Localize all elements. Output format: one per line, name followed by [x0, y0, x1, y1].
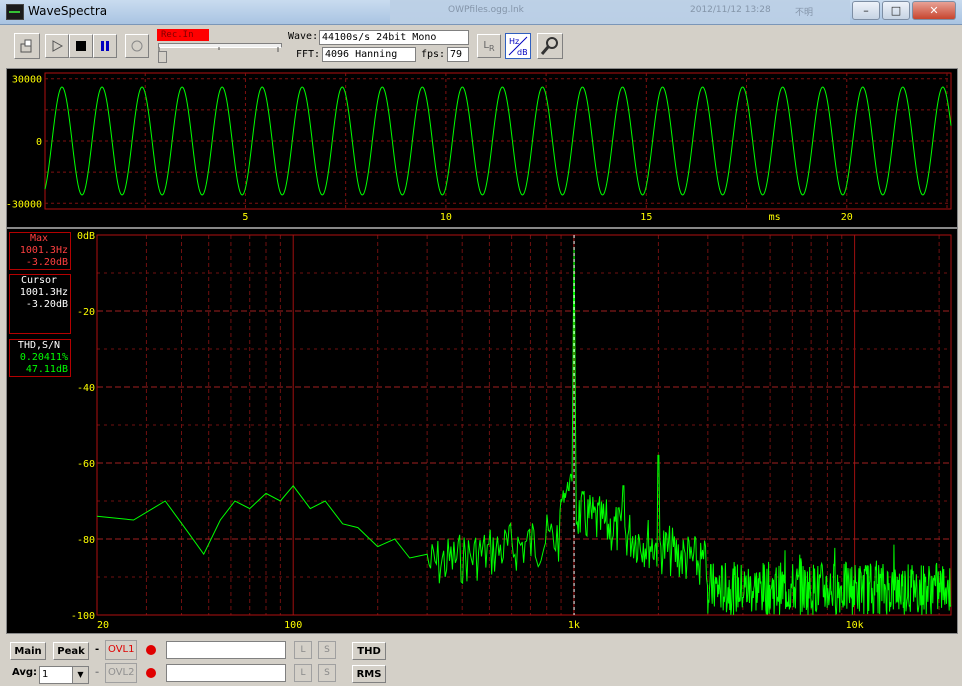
lr-icon-r: R [488, 42, 495, 53]
title-bar: WaveSpectra OWPfiles.ogg.lnk 2012/11/12 … [0, 0, 962, 25]
load-button[interactable] [14, 33, 40, 59]
hz-db-icon-hz: Hz [509, 37, 519, 46]
thd-button[interactable]: THD [352, 642, 386, 660]
avg-label: Avg: [12, 667, 38, 678]
bottom-bar: Main Peak - OVL1 L S THD Avg: 1 ▼ - OVL2… [0, 636, 962, 686]
waveform-x-tick-label: 15 [640, 212, 652, 223]
stop-icon [76, 41, 86, 51]
waveform-x-tick-label: 20 [841, 212, 853, 223]
app-icon [6, 4, 24, 20]
cursor-header: Cursor [20, 275, 58, 286]
ovl1-led-icon [146, 645, 156, 655]
spectrum-x-tick-label: 10k [846, 620, 864, 631]
lr-icon: LR [483, 40, 494, 53]
thd-header: THD,S/N [17, 340, 61, 351]
thd-readout: THD,S/N 0.20411% 47.11dB [9, 339, 71, 377]
settings-icon [540, 37, 558, 55]
thd-value: 0.20411% [19, 352, 68, 363]
record-button[interactable] [125, 34, 149, 58]
main-button[interactable]: Main [10, 642, 46, 660]
channel-l-button-2[interactable]: L [294, 664, 312, 682]
spectrum-y-tick-label: 0dB [77, 231, 95, 242]
waveform-panel[interactable]: 30000 0 -30000 5 10 15 20 ms [6, 68, 958, 228]
fft-setting-value: 4096 Hanning [322, 47, 416, 62]
ovl2-led-icon [146, 668, 156, 678]
max-frequency: 1001.3Hz [19, 245, 68, 256]
max-readout: Max 1001.3Hz -3.20dB [9, 232, 71, 270]
fft-label: FFT: [296, 49, 321, 60]
channel-l-button-1[interactable]: L [294, 641, 312, 659]
waveform-x-tick-label: 10 [440, 212, 452, 223]
spectrum-y-tick-label: -20 [77, 307, 95, 318]
fps-label: fps: [421, 49, 446, 60]
background-file-date: 2012/11/12 13:28 [690, 5, 771, 15]
level-meter-1 [166, 641, 286, 659]
spectrum-panel[interactable]: 0dB -20 -40 -60 -80 -100 20 100 1k 10k [6, 228, 958, 634]
spectrum-y-tick-label: -80 [77, 535, 95, 546]
record-icon [131, 40, 143, 52]
waveform-x-tick-label: 5 [242, 212, 248, 223]
hz-db-button[interactable]: Hz dB [505, 33, 531, 59]
play-button[interactable] [45, 34, 69, 58]
waveform-y-tick-label: -30000 [7, 199, 42, 210]
peak-button[interactable]: Peak [53, 642, 89, 660]
spectrum-x-tick-label: 100 [284, 620, 302, 631]
background-window-tab: OWPfiles.ogg.lnk 2012/11/12 13:28 不明 [390, 0, 850, 24]
avg-select[interactable]: 1 ▼ [39, 666, 89, 684]
max-header: Max [29, 233, 49, 244]
waveform-chart[interactable]: 30000 0 -30000 5 10 15 20 ms [6, 69, 957, 227]
background-file-type: 不明 [795, 8, 814, 18]
chevron-down-icon[interactable]: ▼ [72, 667, 88, 683]
level-slider-thumb[interactable] [158, 51, 167, 63]
cursor-readout: Cursor 1001.3Hz -3.20dB [9, 274, 71, 334]
ovl2-indicator: OVL2 [105, 663, 138, 683]
channel-s-button-2[interactable]: S [318, 664, 336, 682]
avg-select-value: 1 [42, 669, 49, 680]
spectrum-y-tick-label: -100 [71, 611, 95, 622]
level-slider-ticks [158, 47, 279, 52]
rec-input-label: Rec.In [157, 29, 209, 41]
ovl2-dash: - [95, 667, 100, 678]
cursor-level: -3.20dB [25, 299, 68, 310]
spectrum-trace [96, 247, 952, 616]
waveform-y-tick-label: 30000 [12, 75, 42, 86]
play-icon [52, 40, 63, 52]
hz-db-icon-db: dB [517, 48, 528, 57]
maximize-button[interactable]: □ [882, 1, 910, 20]
spectrum-y-tick-label: -60 [77, 459, 95, 470]
window-title: WaveSpectra [28, 4, 108, 18]
rms-button[interactable]: RMS [352, 665, 386, 683]
spectrum-x-tick-label: 1k [568, 620, 580, 631]
ovl1-dash: - [95, 644, 100, 655]
fps-value: 79 [447, 47, 469, 62]
hz-db-icon: Hz dB [508, 36, 528, 57]
pause-button[interactable] [93, 34, 117, 58]
sn-value: 47.11dB [25, 364, 68, 375]
settings-button[interactable] [537, 33, 563, 59]
level-meter-2 [166, 664, 286, 682]
background-file-name: OWPfiles.ogg.lnk [448, 5, 524, 15]
lr-button[interactable]: LR [477, 34, 501, 58]
toolbar: Rec.In Wave: 44100s/s 24bit Mono FFT: 40… [0, 25, 962, 67]
stop-button[interactable] [69, 34, 93, 58]
channel-s-button-1[interactable]: S [318, 641, 336, 659]
cursor-frequency: 1001.3Hz [19, 287, 68, 298]
wave-label: Wave: [288, 31, 319, 42]
ovl1-indicator: OVL1 [105, 640, 138, 660]
minimize-button[interactable]: – [852, 1, 880, 20]
waveform-y-tick-label: 0 [36, 137, 42, 148]
waveform-x-unit-label: ms [769, 212, 781, 223]
wave-format-value: 44100s/s 24bit Mono [319, 30, 469, 45]
max-level: -3.20dB [25, 257, 68, 268]
load-icon [20, 39, 32, 53]
pause-icon [101, 41, 109, 51]
spectrum-x-tick-label: 20 [97, 620, 109, 631]
close-button[interactable]: ✕ [912, 1, 956, 20]
spectrum-chart[interactable]: 0dB -20 -40 -60 -80 -10020 100 1k 10k [7, 229, 957, 633]
spectrum-y-tick-label: -40 [77, 383, 95, 394]
